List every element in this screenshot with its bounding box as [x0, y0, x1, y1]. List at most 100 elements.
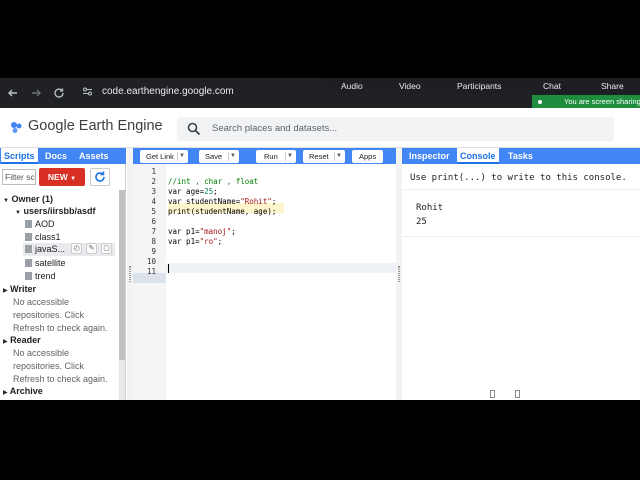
- separator: [285, 152, 286, 161]
- save-label: Save: [205, 152, 223, 161]
- tree-file-satellite[interactable]: satellite: [25, 257, 66, 269]
- scrollbar-thumb[interactable]: [119, 190, 125, 360]
- tab-console[interactable]: Console: [457, 148, 499, 164]
- tree-reader-group[interactable]: ▶ Reader: [3, 334, 41, 346]
- new-button-label: NEW: [47, 172, 68, 182]
- delete-icon[interactable]: ▢: [101, 243, 112, 254]
- reload-icon: [54, 88, 64, 98]
- reader-empty-note: No accessible repositories. Click Refres…: [13, 347, 108, 386]
- note-line: repositories. Click: [13, 310, 85, 320]
- reset-label: Reset: [309, 152, 329, 161]
- script-tree: ▼ Owner (1) ▼ users/iirsbb/asdf AOD clas…: [0, 190, 118, 400]
- meeting-controls: Audio Video Participants Chat Share: [322, 78, 640, 94]
- code-line: var studentName="Rohit";: [168, 197, 277, 206]
- tree-file-trend[interactable]: trend: [25, 270, 56, 282]
- tree-archive-group[interactable]: ▶ Archive: [3, 385, 43, 397]
- tab-tasks[interactable]: Tasks: [505, 148, 536, 164]
- tree-owner-group[interactable]: ▼ Owner (1): [3, 193, 53, 205]
- console-output-line: 25: [416, 217, 427, 227]
- search-input[interactable]: Search places and datasets...: [177, 117, 614, 141]
- left-tab-bar: Scripts Docs Assets: [0, 148, 126, 164]
- tab-inspector[interactable]: Inspector: [406, 148, 453, 164]
- meeting-audio[interactable]: Audio: [341, 81, 363, 91]
- back-button[interactable]: [6, 85, 20, 101]
- apps-button[interactable]: Apps: [352, 150, 383, 163]
- run-button[interactable]: Run ▼: [256, 150, 296, 163]
- code-line: var p1="manoj";: [168, 227, 236, 236]
- line-number: 5: [151, 207, 156, 216]
- collapse-icon: ▼: [3, 198, 9, 204]
- text-caret: [168, 264, 169, 273]
- tab-docs[interactable]: Docs: [42, 148, 70, 164]
- scripts-scrollbar[interactable]: [119, 190, 125, 400]
- address-bar[interactable]: code.earthengine.google.com: [78, 84, 322, 102]
- meeting-video[interactable]: Video: [399, 81, 421, 91]
- code-editor-panel: Get Link ▼ Save ▼ Run ▼ Reset ▼ Apps 1 2: [133, 148, 396, 400]
- expand-icon: ▶: [3, 390, 8, 396]
- console-output-block: Rohit 25: [402, 197, 640, 237]
- tree-file-javascript[interactable]: javaS... ◴ ✎ ▢: [23, 243, 115, 256]
- dropdown-caret-icon[interactable]: ▼: [230, 150, 236, 163]
- note-line: No accessible: [13, 348, 70, 358]
- code-line: var age=25;: [168, 187, 218, 196]
- search-placeholder: Search places and datasets...: [212, 123, 338, 134]
- apps-label: Apps: [359, 152, 377, 161]
- tree-repo[interactable]: ▼ users/iirsbb/asdf: [15, 205, 96, 217]
- reset-button[interactable]: Reset ▼: [303, 150, 345, 163]
- workspace: Scripts Docs Assets Filter scripts NEW ▼…: [0, 148, 640, 400]
- editor-toolbar: Get Link ▼ Save ▼ Run ▼ Reset ▼ Apps: [133, 148, 396, 164]
- expand-icon: ▶: [3, 339, 8, 345]
- rename-icon[interactable]: ✎: [86, 243, 97, 254]
- dropdown-caret-icon[interactable]: ▼: [336, 150, 342, 163]
- tree-file-aod[interactable]: AOD: [25, 218, 55, 230]
- tree-writer-label: Writer: [10, 284, 36, 294]
- file-label: class1: [35, 232, 61, 242]
- save-button[interactable]: Save ▼: [199, 150, 239, 163]
- forward-button[interactable]: [29, 85, 43, 101]
- file-label: trend: [35, 271, 56, 281]
- note-line: repositories. Click: [13, 361, 85, 371]
- meeting-participants[interactable]: Participants: [457, 81, 501, 91]
- line-number: 3: [151, 187, 156, 196]
- dropdown-caret-icon[interactable]: ▼: [287, 150, 293, 163]
- new-button[interactable]: NEW ▼: [39, 168, 85, 186]
- separator: [177, 152, 178, 161]
- refresh-button[interactable]: [90, 168, 110, 186]
- writer-empty-note: No accessible repositories. Click Refres…: [13, 296, 108, 335]
- note-line: No accessible: [13, 297, 70, 307]
- filter-scripts-input[interactable]: Filter scripts: [2, 169, 36, 185]
- code-line: //int , char , float: [168, 177, 259, 186]
- history-icon[interactable]: ◴: [71, 243, 82, 254]
- arrow-right-icon: [32, 89, 41, 97]
- tab-assets[interactable]: Assets: [76, 148, 112, 164]
- reload-button[interactable]: [52, 85, 66, 101]
- refresh-icon: [95, 171, 105, 182]
- code-area[interactable]: //int , char , float var age=25; var stu…: [166, 164, 396, 400]
- site-info-icon[interactable]: [82, 86, 93, 100]
- file-icon: [25, 245, 32, 253]
- separator: [228, 152, 229, 161]
- meeting-share[interactable]: Share: [601, 81, 624, 91]
- get-link-label: Get Link: [146, 152, 174, 161]
- app-header: Google Earth Engine Search places and da…: [0, 108, 640, 148]
- code-line: var p1="ro";: [168, 237, 223, 246]
- collapse-icon: ▼: [15, 210, 21, 216]
- tree-file-class1[interactable]: class1: [25, 231, 61, 243]
- tree-writer-group[interactable]: ▶ Writer: [3, 283, 36, 295]
- get-link-button[interactable]: Get Link ▼: [140, 150, 188, 163]
- code-line: print(studentName, age);: [168, 207, 277, 216]
- recording-dot-icon: [538, 100, 542, 105]
- meeting-chat[interactable]: Chat: [543, 81, 561, 91]
- separator: [334, 152, 335, 161]
- dropdown-caret-icon[interactable]: ▼: [179, 150, 185, 163]
- arrow-left-icon: [8, 89, 17, 97]
- dropdown-caret-icon: ▼: [70, 176, 77, 182]
- tree-repo-label: users/iirsbb/asdf: [23, 206, 96, 216]
- file-label: AOD: [35, 219, 55, 229]
- line-number: 7: [151, 227, 156, 236]
- pointer-ghost-icon: [515, 390, 520, 398]
- pointer-ghost-icon: [490, 390, 495, 398]
- grip-icon: [129, 266, 131, 282]
- scripts-panel: Scripts Docs Assets Filter scripts NEW ▼…: [0, 148, 126, 400]
- tab-scripts[interactable]: Scripts: [1, 148, 38, 164]
